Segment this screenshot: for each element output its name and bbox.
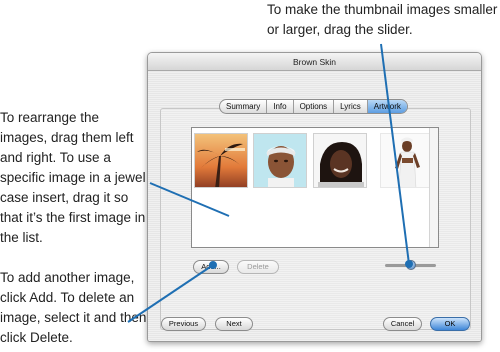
bandana-cover-image <box>254 134 306 187</box>
ok-button[interactable]: OK <box>430 317 470 331</box>
next-button[interactable]: Next <box>215 317 253 331</box>
artwork-thumbnail-standing[interactable] <box>380 133 434 188</box>
tab-bar: Summary Info Options Lyrics Artwork <box>219 99 408 114</box>
window-title: Brown Skin <box>148 53 481 71</box>
previous-button[interactable]: Previous <box>161 317 206 331</box>
callout-rearrange: To rearrange the images, drag them left … <box>0 110 146 245</box>
info-window: Brown Skin Summary Info Options Lyrics A… <box>147 52 482 342</box>
callout-slider: To make the thumbnail images smaller or … <box>267 2 498 37</box>
tab-lyrics[interactable]: Lyrics <box>334 100 368 113</box>
artwork-thumbnail-smile[interactable] <box>313 133 367 188</box>
delete-button[interactable]: Delete <box>237 260 279 274</box>
tab-summary[interactable]: Summary <box>220 100 268 113</box>
window-content: Summary Info Options Lyrics Artwork Add.… <box>148 72 481 341</box>
callout-add-delete: To add another image, click Add. To dele… <box>0 270 147 345</box>
smile-cover-image <box>314 134 366 187</box>
standing-cover-image <box>381 134 433 187</box>
artwork-thumbnail-palm[interactable] <box>194 133 248 188</box>
palm-cover-image <box>195 134 247 187</box>
thumbnail-size-slider[interactable] <box>385 260 436 270</box>
add-button[interactable]: Add... <box>193 260 229 274</box>
tab-options[interactable]: Options <box>294 100 335 113</box>
tab-info[interactable]: Info <box>267 100 294 113</box>
cancel-button[interactable]: Cancel <box>383 317 422 331</box>
artwork-list[interactable] <box>191 127 439 248</box>
artwork-thumbnail-bandana[interactable] <box>253 133 307 188</box>
tab-artwork[interactable]: Artwork <box>367 100 407 113</box>
slider-knob[interactable] <box>405 260 416 270</box>
artwork-list-scrollbar[interactable] <box>429 128 438 247</box>
